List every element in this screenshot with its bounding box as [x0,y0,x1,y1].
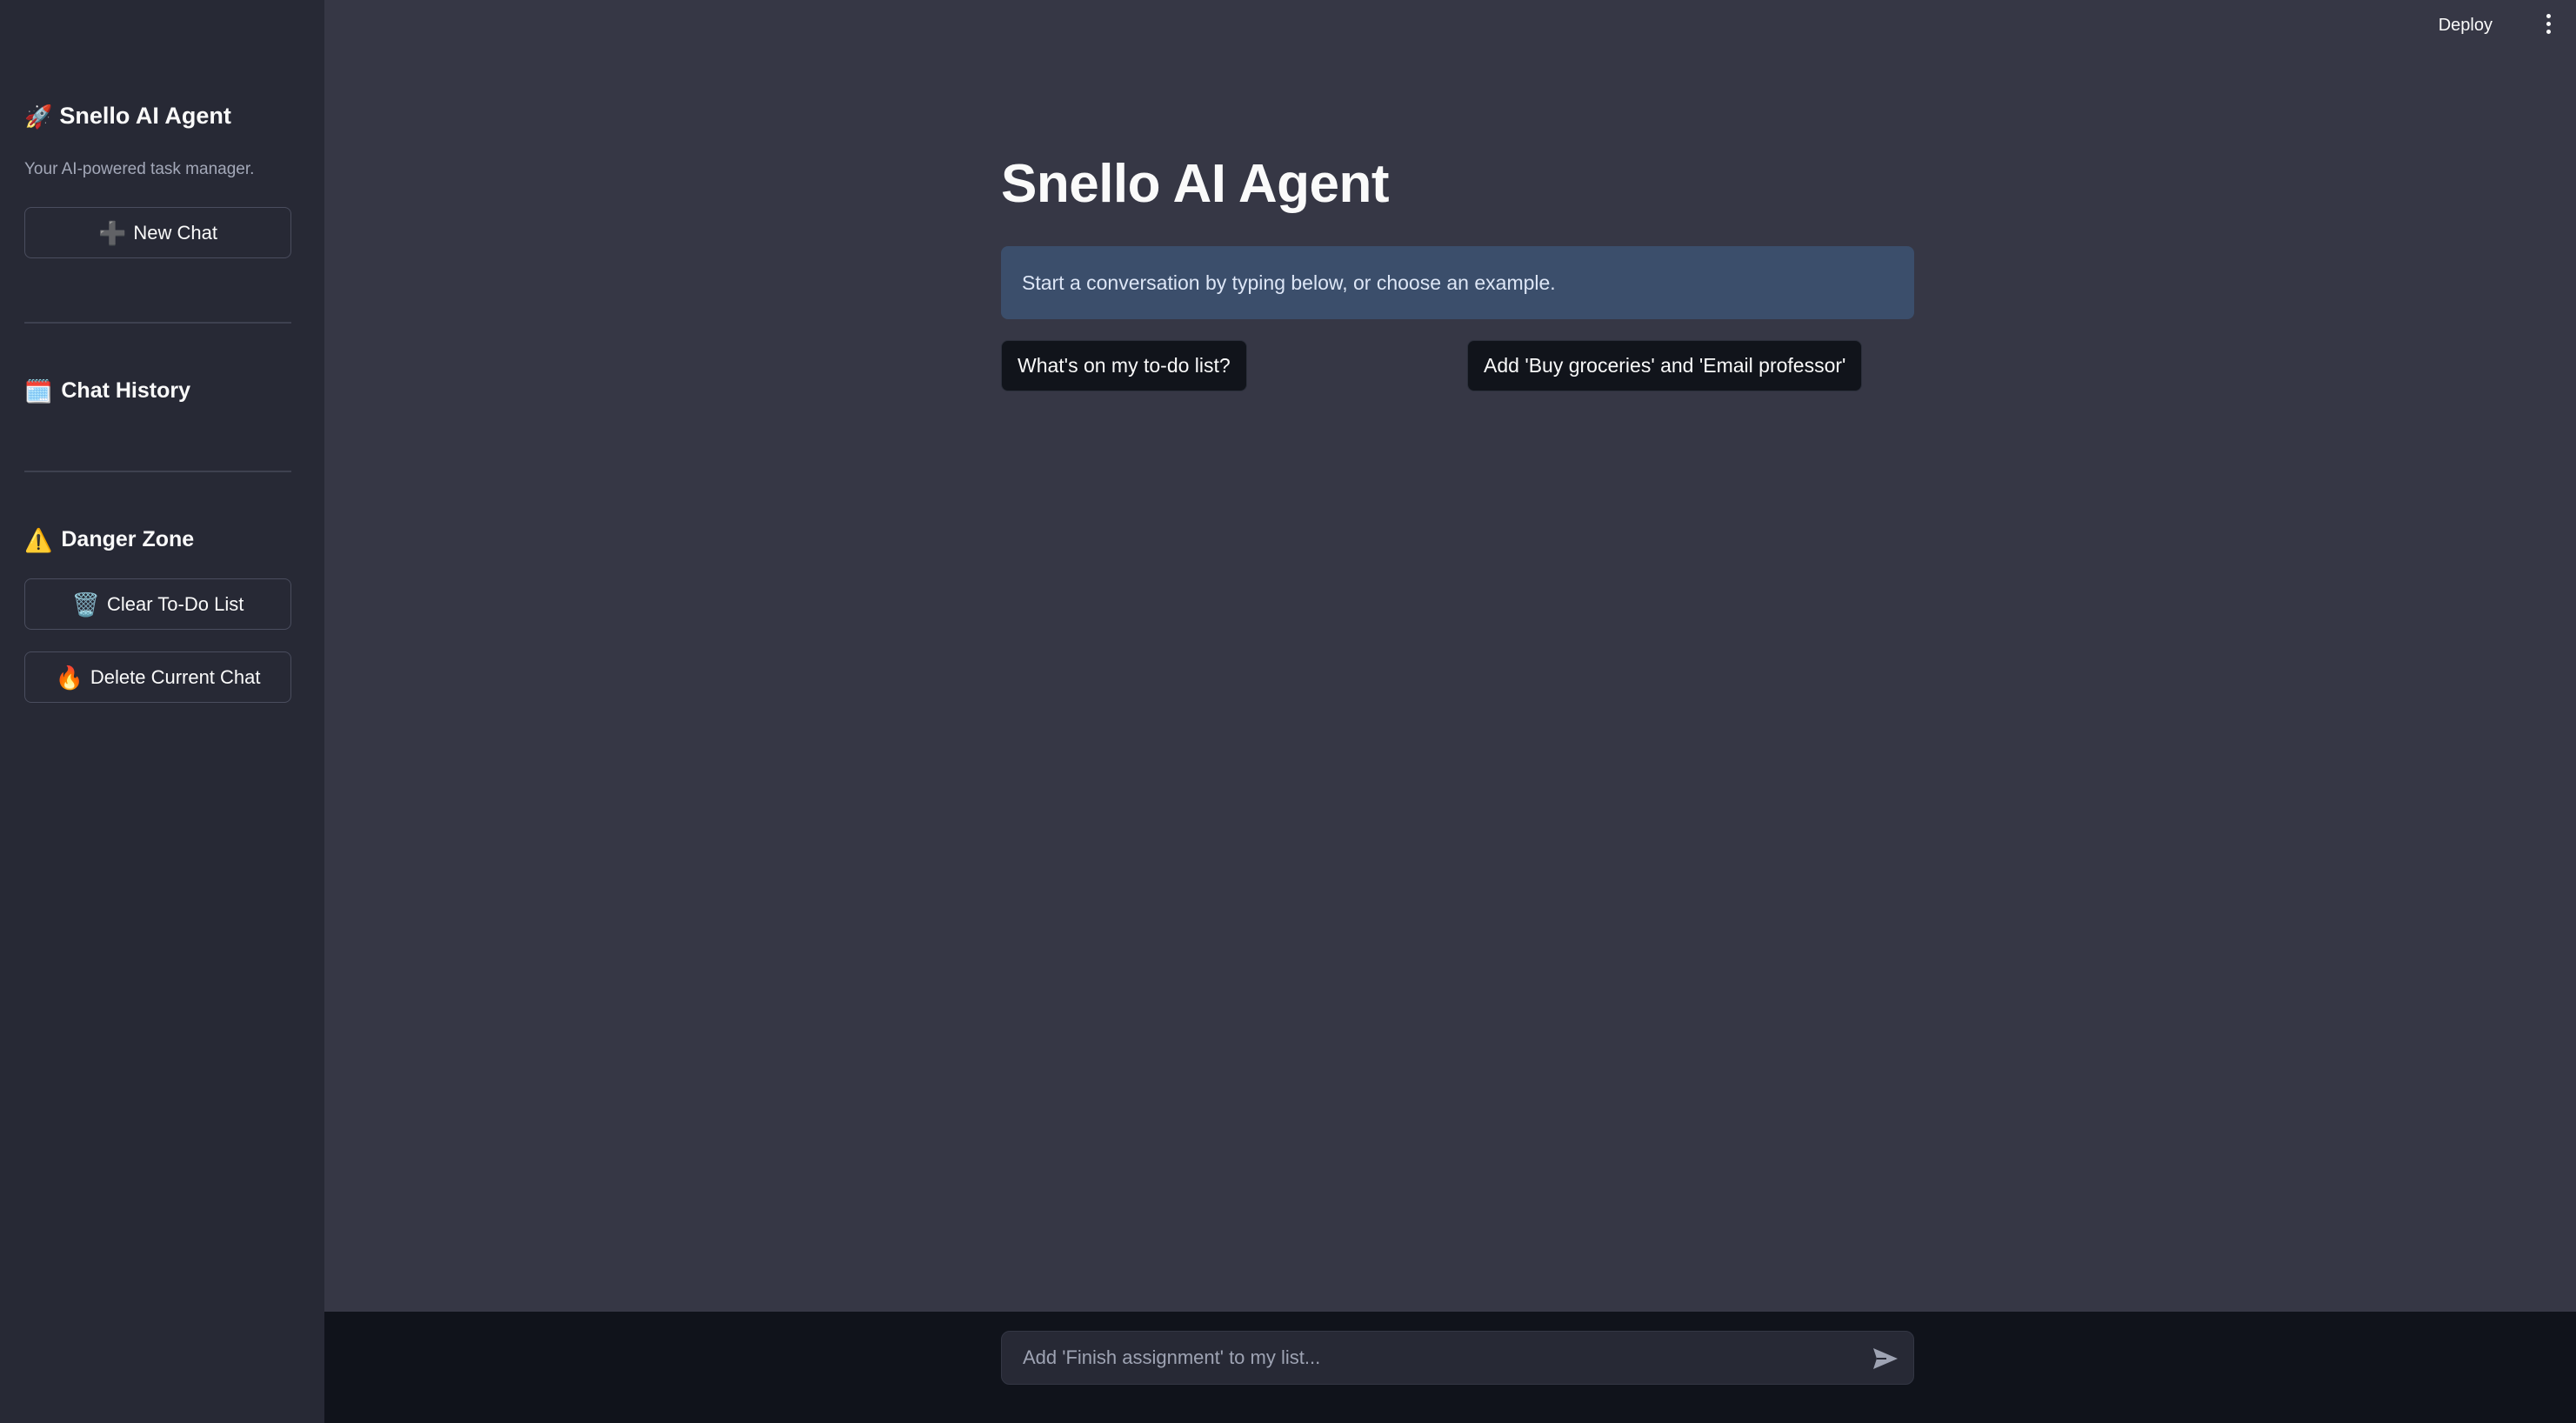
chat-history-heading-text: Chat History [61,378,191,403]
deploy-button[interactable]: Deploy [2432,10,2499,41]
example-prompt-button[interactable]: What's on my to-do list? [1001,340,1247,391]
info-alert-text: Start a conversation by typing below, or… [1022,271,1556,294]
sidebar-title-text: Snello AI Agent [59,103,231,129]
rocket-icon: 🚀 [24,103,53,130]
sidebar-divider [24,471,291,472]
sidebar: 🚀 Snello AI Agent Your AI-powered task m… [0,0,324,1423]
trash-icon: 🗑️ [71,591,101,618]
warning-icon: ⚠️ [24,526,53,553]
danger-zone-heading: ⚠️ Danger Zone [24,527,194,552]
send-button[interactable] [1870,1343,1901,1374]
chat-input[interactable] [1002,1332,1854,1384]
sidebar-subtitle: Your AI-powered task manager. [24,160,255,178]
sidebar-title: 🚀 Snello AI Agent [24,103,231,130]
clear-todo-button[interactable]: 🗑️ Clear To-Do List [24,578,291,630]
danger-zone-heading-text: Danger Zone [61,527,195,551]
vertical-ellipsis-icon[interactable] [2536,10,2560,37]
calendar-icon: 🗓️ [24,377,53,404]
send-icon [1873,1348,1898,1369]
new-chat-button[interactable]: ➕ New Chat [24,207,291,258]
chat-input-container [1001,1331,1914,1385]
delete-chat-button[interactable]: 🔥 Delete Current Chat [24,651,291,703]
delete-chat-label: Delete Current Chat [90,665,261,688]
clear-todo-label: Clear To-Do List [107,592,244,615]
chat-history-heading: 🗓️ Chat History [24,378,190,404]
sidebar-divider [24,322,291,324]
page-title: Snello AI Agent [1001,154,1390,214]
example-prompt-button[interactable]: Add 'Buy groceries' and 'Email professor… [1467,340,1863,391]
plus-icon: ➕ [98,219,127,246]
new-chat-label: New Chat [133,221,217,244]
info-alert: Start a conversation by typing below, or… [1001,246,1914,319]
fire-icon: 🔥 [55,664,83,691]
